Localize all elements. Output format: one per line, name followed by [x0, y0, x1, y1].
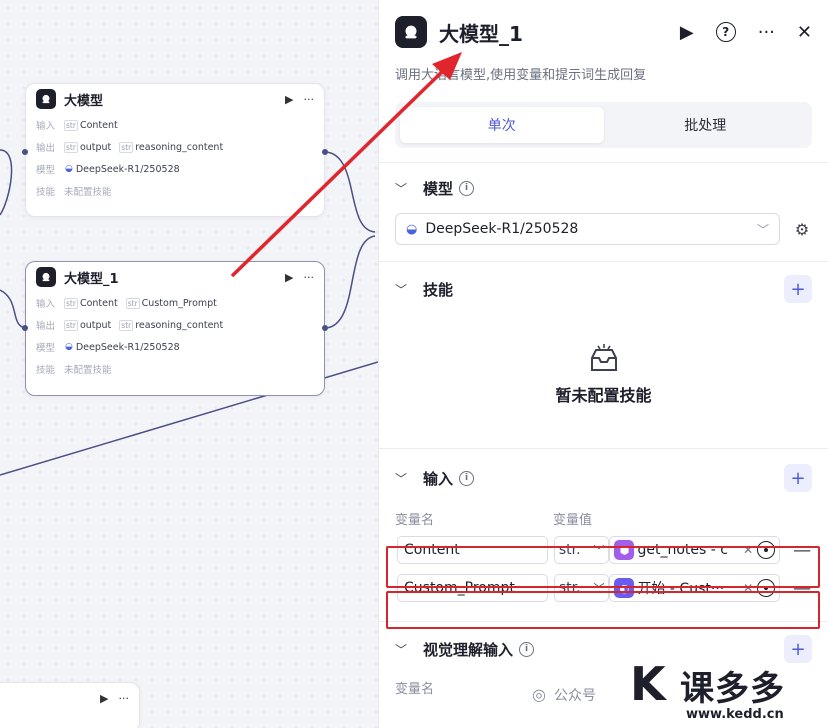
chevron-down-icon[interactable]: ﹀ — [395, 180, 409, 197]
model-select[interactable]: ◒ DeepSeek-R1/250528 ﹀ — [395, 213, 780, 245]
skill-value: 未配置技能 — [64, 187, 112, 198]
model-icon: ◒ — [406, 221, 418, 237]
model-icon: ◒ — [65, 342, 73, 352]
input-label: 输入 — [36, 299, 56, 310]
section-title: 技能 — [423, 280, 454, 299]
model-section: ﹀ 模型 i ◒ DeepSeek-R1/250528 ﹀ ⚙ — [379, 162, 828, 245]
input-port[interactable] — [22, 149, 28, 155]
input-tag: str Content — [64, 119, 118, 131]
output-tag: str reasoning_content — [119, 319, 224, 331]
more-icon[interactable]: ··· — [304, 271, 315, 284]
llm-node[interactable]: 大模型 ▶ ··· 输入 str Content 输出 str output str… — [25, 83, 325, 217]
model-icon: ◒ — [65, 164, 73, 174]
input-tag: str Content — [64, 297, 118, 309]
brand-logo-icon: K — [630, 657, 666, 711]
skills-empty-text: 暂未配置技能 — [555, 386, 652, 405]
tab-batch[interactable]: 批处理 — [604, 107, 808, 143]
skill-label: 技能 — [36, 365, 56, 376]
col-var-name: 变量名 — [395, 681, 435, 697]
col-var-name: 变量名 — [395, 512, 435, 528]
input-tag: str Custom_Prompt — [125, 297, 217, 309]
info-icon[interactable]: i — [459, 180, 475, 196]
more-icon[interactable]: ··· — [304, 93, 315, 106]
input-port[interactable] — [22, 325, 28, 331]
output-tag: str output — [64, 319, 112, 331]
node-title: 大模型 — [64, 93, 104, 109]
run-icon[interactable]: ▶ — [285, 93, 293, 106]
more-icon[interactable]: ··· — [758, 22, 775, 43]
highlight-box — [386, 546, 820, 588]
help-icon[interactable]: ? — [715, 22, 736, 42]
add-input-button[interactable]: + — [784, 464, 812, 492]
partial-node[interactable]: ▶ ··· — [0, 682, 140, 728]
highlight-box — [386, 591, 820, 629]
section-title: 输入 — [423, 469, 454, 488]
wechat-icon: ◎ — [532, 685, 546, 704]
watermark-brand: 课多多 — [680, 669, 785, 709]
workflow-canvas[interactable]: 大模型 ▶ ··· 输入 str Content 输出 str output str… — [0, 0, 378, 728]
empty-tray-icon — [590, 344, 617, 371]
model-label: 模型 — [36, 343, 56, 354]
model-tag: ◒ DeepSeek-R1/250528 — [65, 163, 180, 175]
node-title: 大模型_1 — [64, 271, 119, 287]
output-port[interactable] — [322, 149, 328, 155]
mode-tabs: 单次 批处理 — [395, 102, 812, 148]
panel-subtitle: 调用大语言模型,使用变量和提示词生成回复 — [395, 68, 647, 83]
llm-logo-icon — [395, 16, 427, 48]
chevron-down-icon[interactable]: ﹀ — [395, 470, 409, 487]
model-label: 模型 — [36, 165, 56, 176]
section-title: 视觉理解输入 — [423, 640, 514, 659]
panel-title[interactable]: 大模型_1 — [439, 18, 680, 47]
input-label: 输入 — [36, 121, 56, 132]
chevron-down-icon[interactable]: ﹀ — [395, 641, 409, 658]
watermark-url: www.kedd.cn — [686, 707, 784, 722]
output-tag: str output — [64, 141, 112, 153]
output-port[interactable] — [322, 325, 328, 331]
watermark: ◎ 公众号 K 课多多 www.kedd.cn — [530, 655, 828, 728]
run-icon[interactable]: ▶ — [285, 271, 293, 284]
model-value: DeepSeek-R1/250528 — [425, 221, 579, 237]
tab-single[interactable]: 单次 — [400, 107, 604, 143]
run-icon[interactable]: ▶ — [100, 692, 108, 705]
section-title: 模型 — [423, 179, 454, 198]
output-label: 输出 — [36, 143, 56, 154]
col-var-value: 变量值 — [553, 512, 593, 528]
run-icon[interactable]: ▶ — [680, 22, 694, 43]
info-icon[interactable]: i — [459, 470, 475, 486]
output-tag: str reasoning_content — [119, 141, 224, 153]
output-label: 输出 — [36, 321, 56, 332]
more-icon[interactable]: ··· — [119, 692, 130, 705]
chevron-down-icon[interactable]: ﹀ — [395, 281, 409, 298]
model-tag: ◒ DeepSeek-R1/250528 — [65, 341, 180, 353]
skills-section: ﹀ 技能 + 暂未配置技能 — [379, 261, 828, 434]
chevron-down-icon: ﹀ — [756, 222, 769, 237]
llm-logo-icon — [36, 267, 56, 287]
skill-label: 技能 — [36, 187, 56, 198]
skill-value: 未配置技能 — [64, 365, 112, 376]
llm-logo-icon — [36, 89, 56, 109]
add-skill-button[interactable]: + — [784, 275, 812, 303]
close-icon[interactable]: ✕ — [797, 22, 812, 43]
llm-node-1[interactable]: 大模型_1 ▶ ··· 输入 str Content str Custom_Prom… — [25, 261, 325, 396]
watermark-left-text: 公众号 — [554, 688, 596, 704]
gear-icon[interactable]: ⚙ — [792, 220, 812, 239]
